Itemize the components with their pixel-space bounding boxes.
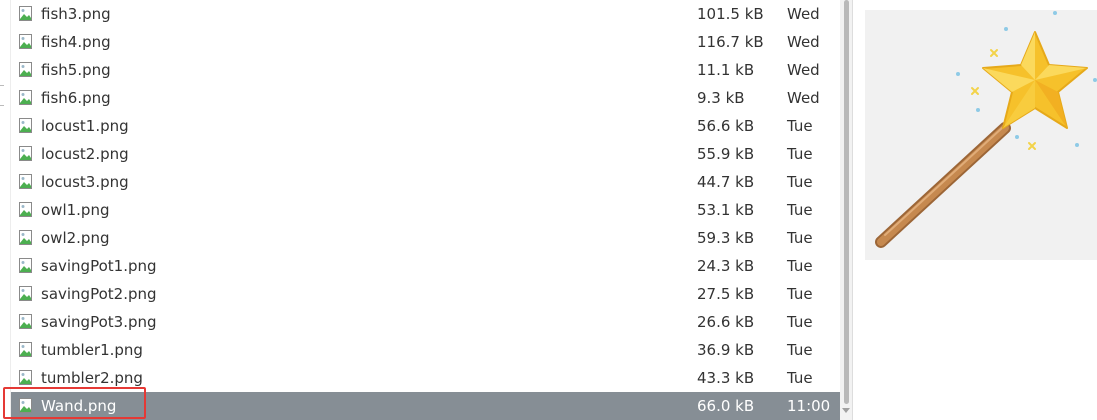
file-row[interactable]: tumbler1.png 36.9 kB Tue — [11, 336, 840, 364]
file-name: fish3.png — [41, 5, 111, 23]
file-name: fish6.png — [41, 89, 111, 107]
file-row[interactable]: locust1.png 56.6 kB Tue — [11, 112, 840, 140]
magic-wand-image — [865, 10, 1097, 260]
file-size: 27.5 kB — [697, 285, 755, 303]
image-file-icon — [19, 174, 32, 189]
file-size: 66.0 kB — [697, 397, 755, 415]
file-size: 26.6 kB — [697, 313, 755, 331]
vertical-scrollbar[interactable] — [840, 0, 852, 420]
file-modified: Tue — [787, 369, 813, 387]
image-file-icon — [19, 258, 32, 273]
image-file-icon — [19, 146, 32, 161]
file-name: savingPot2.png — [41, 285, 157, 303]
file-row[interactable]: savingPot2.png 27.5 kB Tue — [11, 280, 840, 308]
file-modified: Tue — [787, 313, 813, 331]
file-row[interactable]: tumbler2.png 43.3 kB Tue — [11, 364, 840, 392]
file-row[interactable]: locust2.png 55.9 kB Tue — [11, 140, 840, 168]
gutter-tick — [0, 85, 4, 86]
file-size: 11.1 kB — [697, 61, 755, 79]
file-name: Wand.png — [41, 397, 117, 415]
file-modified: Tue — [787, 229, 813, 247]
file-modified: Wed — [787, 89, 820, 107]
file-modified: Tue — [787, 341, 813, 359]
file-list[interactable]: fish3.png 101.5 kB Wed fish4.png 116.7 kB Wed… — [11, 0, 840, 420]
file-row[interactable]: savingPot3.png 26.6 kB Tue — [11, 308, 840, 336]
file-row[interactable]: fish5.png 11.1 kB Wed — [11, 56, 840, 84]
file-name: locust2.png — [41, 145, 129, 163]
file-modified: Tue — [787, 173, 813, 191]
left-gutter — [0, 0, 11, 420]
file-name: locust3.png — [41, 173, 129, 191]
file-name: fish5.png — [41, 61, 111, 79]
file-row[interactable]: fish6.png 9.3 kB Wed — [11, 84, 840, 112]
file-modified: Wed — [787, 33, 820, 51]
image-file-icon — [19, 34, 32, 49]
image-file-icon — [19, 314, 32, 329]
file-row[interactable]: fish3.png 101.5 kB Wed — [11, 0, 840, 28]
file-size: 44.7 kB — [697, 173, 755, 191]
file-size: 43.3 kB — [697, 369, 755, 387]
file-size: 53.1 kB — [697, 201, 755, 219]
preview-pane — [853, 0, 1097, 420]
file-name: locust1.png — [41, 117, 129, 135]
file-modified: Tue — [787, 145, 813, 163]
file-name: tumbler1.png — [41, 341, 143, 359]
file-modified: 11:00 — [787, 397, 831, 415]
file-size: 101.5 kB — [697, 5, 764, 23]
image-file-icon — [19, 90, 32, 105]
file-size: 116.7 kB — [697, 33, 764, 51]
file-modified: Wed — [787, 5, 820, 23]
image-file-icon — [19, 370, 32, 385]
image-file-icon — [19, 286, 32, 301]
file-size: 24.3 kB — [697, 257, 755, 275]
file-row[interactable]: owl1.png 53.1 kB Tue — [11, 196, 840, 224]
image-file-icon — [19, 398, 32, 413]
file-size: 55.9 kB — [697, 145, 755, 163]
file-modified: Tue — [787, 117, 813, 135]
file-name: savingPot1.png — [41, 257, 157, 275]
file-row[interactable]: owl2.png 59.3 kB Tue — [11, 224, 840, 252]
file-modified: Tue — [787, 257, 813, 275]
file-name: savingPot3.png — [41, 313, 157, 331]
file-name: tumbler2.png — [41, 369, 143, 387]
file-name: fish4.png — [41, 33, 111, 51]
file-modified: Tue — [787, 285, 813, 303]
scrollbar-thumb[interactable] — [844, 0, 849, 404]
image-file-icon — [19, 202, 32, 217]
file-modified: Tue — [787, 201, 813, 219]
file-row[interactable]: locust3.png 44.7 kB Tue — [11, 168, 840, 196]
image-file-icon — [19, 342, 32, 357]
image-file-icon — [19, 230, 32, 245]
file-size: 56.6 kB — [697, 117, 755, 135]
gutter-tick — [0, 105, 4, 106]
image-file-icon — [19, 118, 32, 133]
image-file-icon — [19, 6, 32, 21]
scroll-down-arrow-icon[interactable] — [842, 408, 850, 413]
file-name: owl2.png — [41, 229, 110, 247]
file-name: owl1.png — [41, 201, 110, 219]
file-row[interactable]: savingPot1.png 24.3 kB Tue — [11, 252, 840, 280]
file-size: 36.9 kB — [697, 341, 755, 359]
file-size: 9.3 kB — [697, 89, 745, 107]
file-row[interactable]: fish4.png 116.7 kB Wed — [11, 28, 840, 56]
image-file-icon — [19, 62, 32, 77]
file-size: 59.3 kB — [697, 229, 755, 247]
file-row[interactable]: Wand.png 66.0 kB 11:00 — [11, 392, 840, 420]
file-modified: Wed — [787, 61, 820, 79]
